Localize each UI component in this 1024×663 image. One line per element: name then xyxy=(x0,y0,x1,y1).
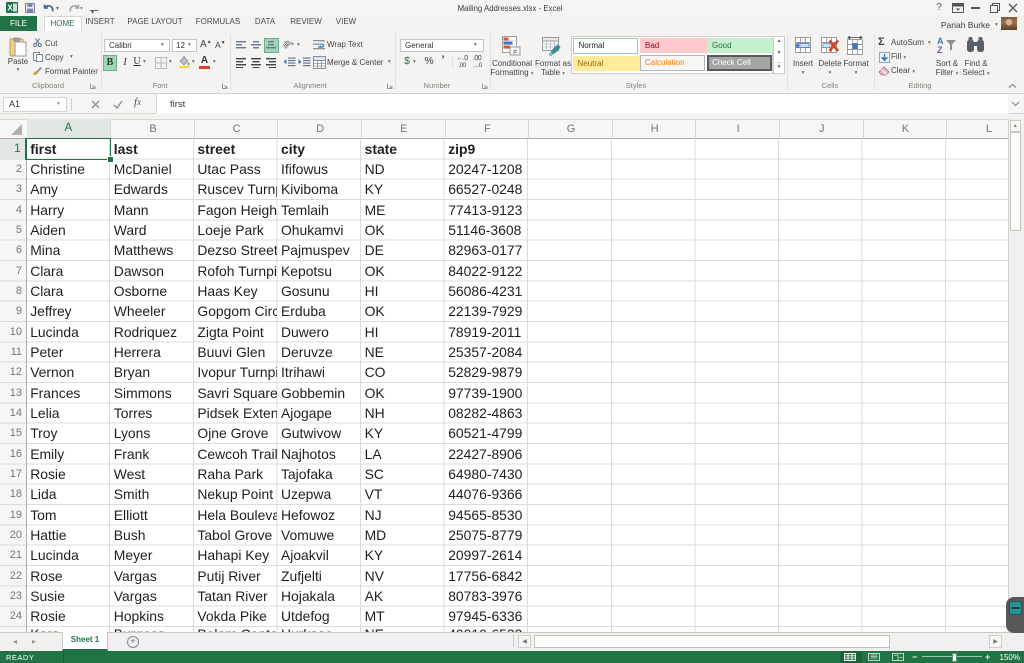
svg-text:≠: ≠ xyxy=(513,49,517,56)
svg-text:Z: Z xyxy=(937,45,943,54)
svg-text:ab: ab xyxy=(283,39,292,50)
svg-text:X: X xyxy=(7,3,13,12)
